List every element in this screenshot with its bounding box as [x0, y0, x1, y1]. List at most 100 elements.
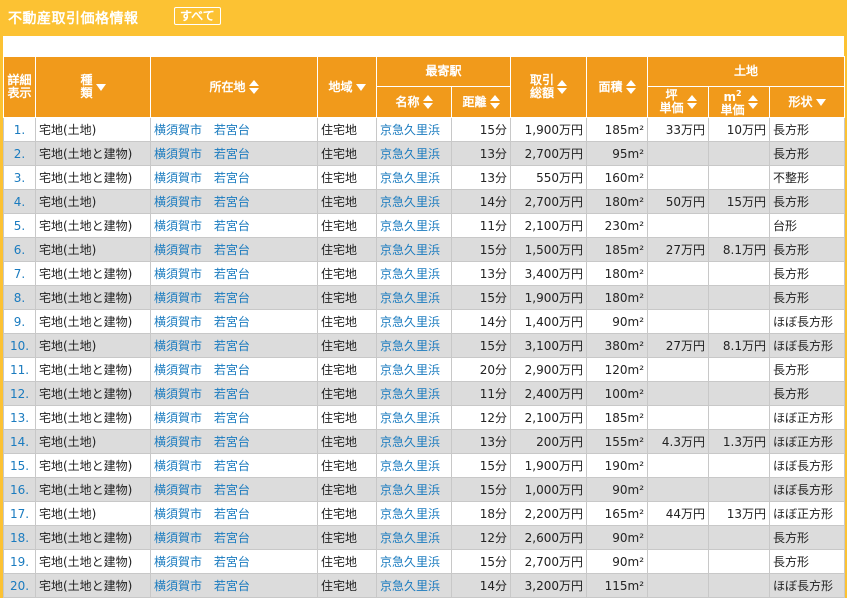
col-area[interactable]: 面積	[586, 56, 649, 118]
station-link[interactable]: 京急久里浜	[380, 531, 440, 545]
station-link[interactable]: 京急久里浜	[380, 555, 440, 569]
row-number-link[interactable]: 13.	[3, 405, 36, 430]
station-link[interactable]: 京急久里浜	[380, 411, 440, 425]
city-link[interactable]: 横須賀市	[154, 291, 202, 305]
station-link[interactable]: 京急久里浜	[380, 339, 440, 353]
row-number-link[interactable]: 9.	[3, 309, 36, 334]
row-number-link[interactable]: 1.	[3, 117, 36, 142]
station-link[interactable]: 京急久里浜	[380, 483, 440, 497]
row-number-link[interactable]: 3.	[3, 165, 36, 190]
row-number-link[interactable]: 14.	[3, 429, 36, 454]
district-link[interactable]: 若宮台	[214, 147, 250, 161]
city-link[interactable]: 横須賀市	[154, 219, 202, 233]
station-link[interactable]: 京急久里浜	[380, 507, 440, 521]
station-link[interactable]: 京急久里浜	[380, 171, 440, 185]
row-number-link[interactable]: 19.	[3, 549, 36, 574]
sort-updown-icon[interactable]	[248, 80, 259, 94]
sort-down-icon[interactable]	[95, 83, 106, 91]
station-link[interactable]: 京急久里浜	[380, 195, 440, 209]
city-link[interactable]: 横須賀市	[154, 315, 202, 329]
city-link[interactable]: 横須賀市	[154, 555, 202, 569]
station-link[interactable]: 京急久里浜	[380, 123, 440, 137]
row-number-link[interactable]: 17.	[3, 501, 36, 526]
district-link[interactable]: 若宮台	[214, 219, 250, 233]
sort-updown-icon[interactable]	[422, 95, 433, 109]
district-link[interactable]: 若宮台	[214, 387, 250, 401]
row-number-link[interactable]: 2.	[3, 141, 36, 166]
district-link[interactable]: 若宮台	[214, 243, 250, 257]
district-link[interactable]: 若宮台	[214, 459, 250, 473]
district-link[interactable]: 若宮台	[214, 339, 250, 353]
sort-down-icon[interactable]	[355, 83, 366, 91]
city-link[interactable]: 横須賀市	[154, 531, 202, 545]
city-link[interactable]: 横須賀市	[154, 579, 202, 593]
col-zone[interactable]: 地域	[317, 56, 377, 118]
row-number-link[interactable]: 20.	[3, 573, 36, 598]
col-price[interactable]: 取引 総額	[510, 56, 588, 118]
col-station-name[interactable]: 名称	[376, 86, 452, 118]
district-link[interactable]: 若宮台	[214, 195, 250, 209]
city-link[interactable]: 横須賀市	[154, 267, 202, 281]
city-link[interactable]: 横須賀市	[154, 459, 202, 473]
station-link[interactable]: 京急久里浜	[380, 435, 440, 449]
sort-updown-icon[interactable]	[625, 80, 636, 94]
city-link[interactable]: 横須賀市	[154, 363, 202, 377]
row-number-link[interactable]: 8.	[3, 285, 36, 310]
city-link[interactable]: 横須賀市	[154, 435, 202, 449]
city-link[interactable]: 横須賀市	[154, 483, 202, 497]
col-m2-price[interactable]: m2 単価	[708, 86, 771, 118]
row-number-link[interactable]: 18.	[3, 525, 36, 550]
city-link[interactable]: 横須賀市	[154, 123, 202, 137]
city-link[interactable]: 横須賀市	[154, 411, 202, 425]
city-link[interactable]: 横須賀市	[154, 387, 202, 401]
row-number-link[interactable]: 16.	[3, 477, 36, 502]
city-link[interactable]: 横須賀市	[154, 507, 202, 521]
district-link[interactable]: 若宮台	[214, 435, 250, 449]
city-link[interactable]: 横須賀市	[154, 339, 202, 353]
sort-updown-icon[interactable]	[686, 95, 697, 109]
row-number-link[interactable]: 12.	[3, 381, 36, 406]
district-link[interactable]: 若宮台	[214, 363, 250, 377]
city-link[interactable]: 横須賀市	[154, 243, 202, 257]
district-link[interactable]: 若宮台	[214, 291, 250, 305]
station-link[interactable]: 京急久里浜	[380, 579, 440, 593]
row-number-link[interactable]: 11.	[3, 357, 36, 382]
col-shape[interactable]: 形状	[769, 86, 846, 118]
col-station-dist[interactable]: 距離	[450, 86, 512, 118]
district-link[interactable]: 若宮台	[214, 507, 250, 521]
row-number-link[interactable]: 15.	[3, 453, 36, 478]
sort-updown-icon[interactable]	[747, 95, 758, 109]
station-link[interactable]: 京急久里浜	[380, 219, 440, 233]
station-link[interactable]: 京急久里浜	[380, 387, 440, 401]
row-number-link[interactable]: 5.	[3, 213, 36, 238]
district-link[interactable]: 若宮台	[214, 171, 250, 185]
district-link[interactable]: 若宮台	[214, 483, 250, 497]
sort-down-icon[interactable]	[815, 98, 826, 106]
district-link[interactable]: 若宮台	[214, 123, 250, 137]
row-number-link[interactable]: 10.	[3, 333, 36, 358]
station-link[interactable]: 京急久里浜	[380, 315, 440, 329]
station-link[interactable]: 京急久里浜	[380, 147, 440, 161]
row-number-link[interactable]: 6.	[3, 237, 36, 262]
district-link[interactable]: 若宮台	[214, 411, 250, 425]
city-link[interactable]: 横須賀市	[154, 147, 202, 161]
district-link[interactable]: 若宮台	[214, 531, 250, 545]
row-number-link[interactable]: 4.	[3, 189, 36, 214]
city-link[interactable]: 横須賀市	[154, 195, 202, 209]
col-location[interactable]: 所在地	[150, 56, 318, 118]
station-link[interactable]: 京急久里浜	[380, 243, 440, 257]
row-number-link[interactable]: 7.	[3, 261, 36, 286]
col-tsubo-price[interactable]: 坪単価	[647, 86, 710, 118]
city-link[interactable]: 横須賀市	[154, 171, 202, 185]
district-link[interactable]: 若宮台	[214, 555, 250, 569]
district-link[interactable]: 若宮台	[214, 579, 250, 593]
sort-updown-icon[interactable]	[489, 95, 500, 109]
sort-updown-icon[interactable]	[557, 80, 568, 94]
station-link[interactable]: 京急久里浜	[380, 291, 440, 305]
show-all-button[interactable]: すべて	[174, 7, 221, 25]
station-link[interactable]: 京急久里浜	[380, 459, 440, 473]
col-type[interactable]: 種類	[35, 56, 151, 118]
district-link[interactable]: 若宮台	[214, 315, 250, 329]
station-link[interactable]: 京急久里浜	[380, 267, 440, 281]
district-link[interactable]: 若宮台	[214, 267, 250, 281]
